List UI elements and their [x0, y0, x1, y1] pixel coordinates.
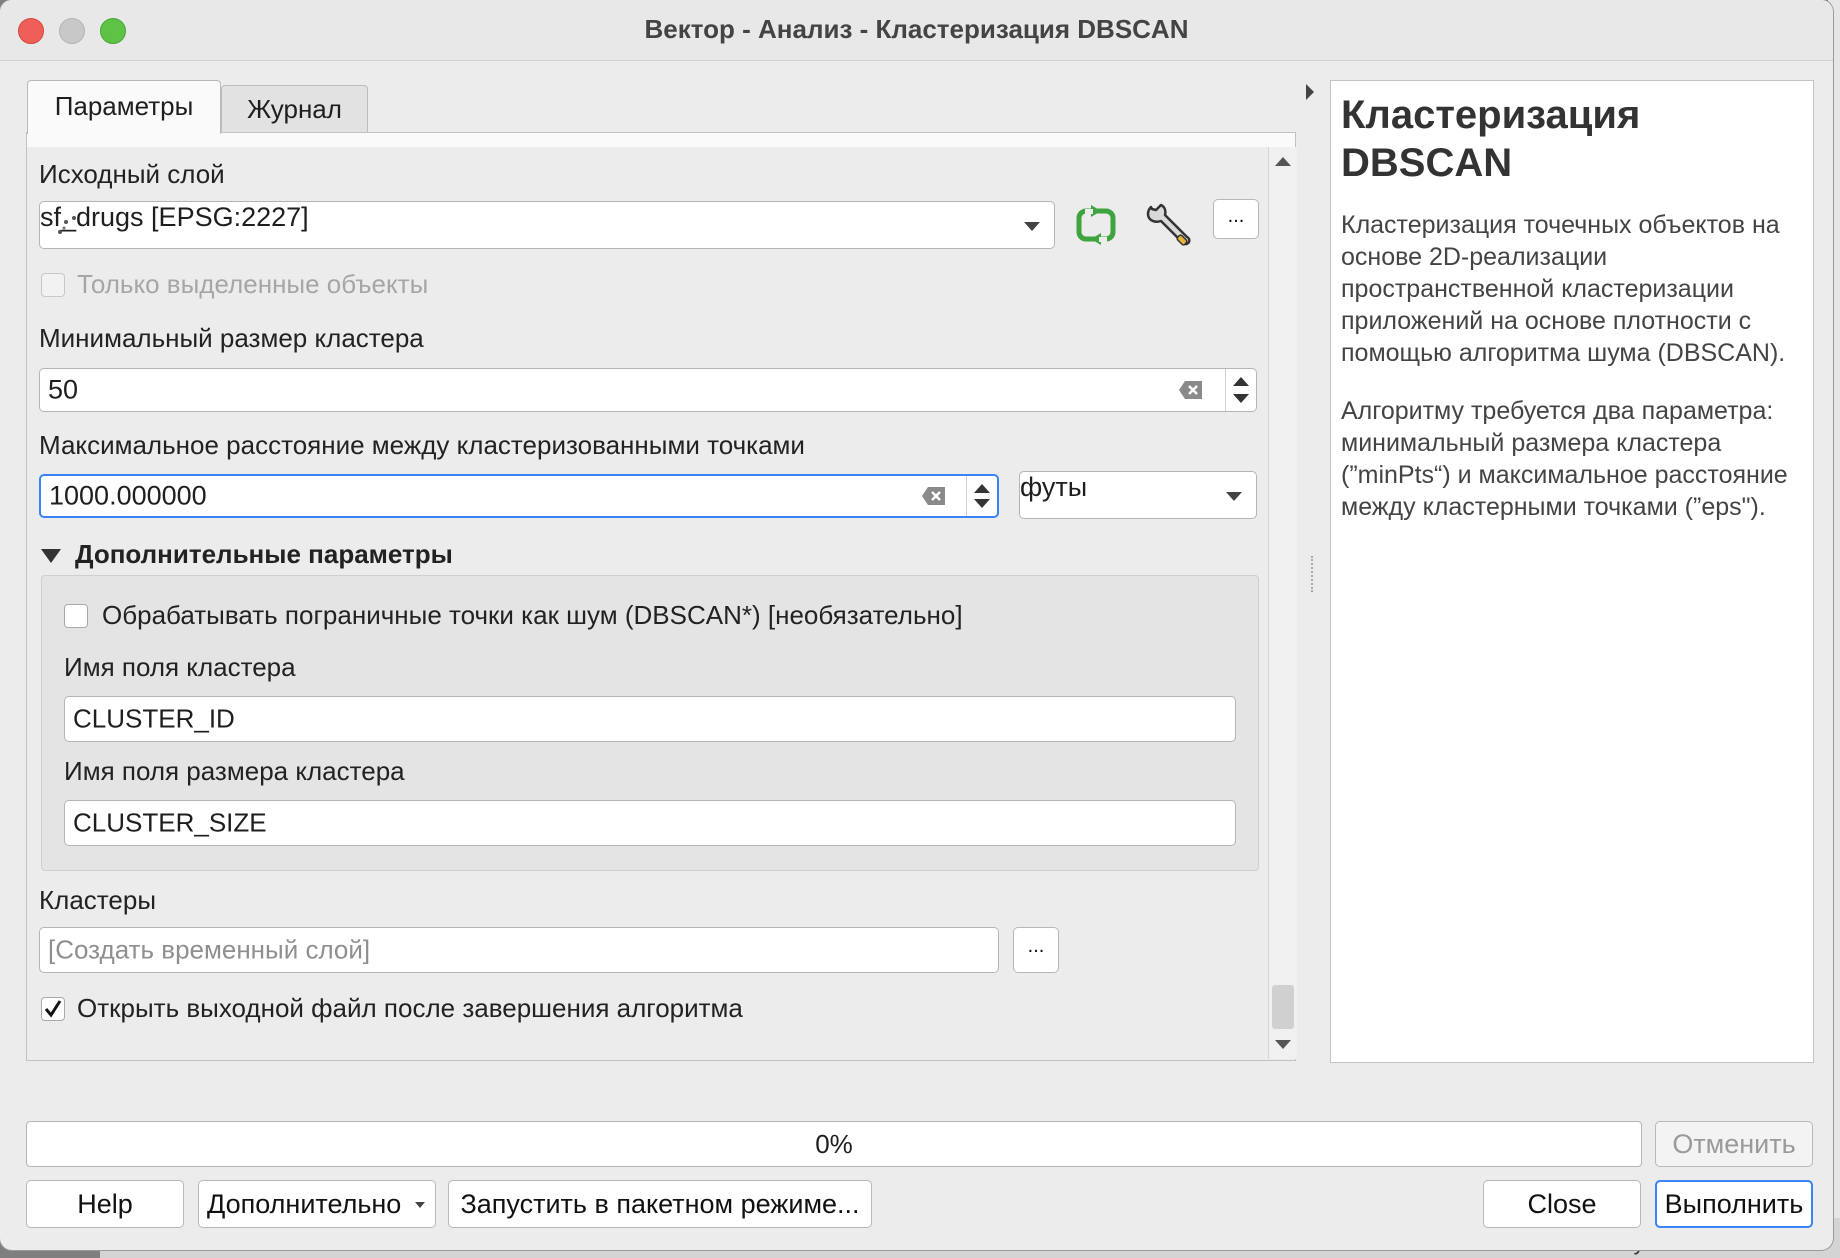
dialog-window: Вектор - Анализ - Кластеризация DBSCAN П… — [0, 0, 1833, 1250]
max-distance-spinner[interactable] — [966, 476, 997, 516]
help-title: Кластеризация DBSCAN — [1341, 93, 1641, 185]
distance-unit-select[interactable]: футы — [1019, 471, 1257, 519]
selected-only-checkbox[interactable] — [41, 273, 65, 297]
open-after-label: Открыть выходной файл после завершения а… — [77, 993, 743, 1023]
spin-down-icon — [974, 499, 990, 508]
selected-only-label: Только выделенные объекты — [77, 269, 429, 299]
help-paragraph-1: Кластеризация точечных объектов на основ… — [1341, 211, 1786, 367]
min-size-spinner[interactable] — [1225, 369, 1256, 411]
parameters-panel: Исходный слой sf_drugs [EPSG:2227] ... Т… — [26, 132, 1297, 1061]
chevron-down-icon — [1226, 492, 1242, 501]
size-field-input[interactable]: CLUSTER_SIZE — [64, 800, 1236, 846]
panel-top-strip — [27, 133, 1295, 147]
chevron-down-icon — [415, 1202, 425, 1208]
input-layer-label: Исходный слой — [39, 159, 225, 189]
min-size-value: 50 — [48, 374, 79, 405]
max-distance-label: Максимальное расстояние между кластеризо… — [39, 430, 805, 460]
help-paragraph-2: Алгоритму требуется два параметра: миним… — [1341, 397, 1788, 521]
clear-icon[interactable] — [1178, 380, 1204, 400]
cancel-button[interactable]: Отменить — [1655, 1121, 1813, 1167]
output-placeholder: [Создать временный слой] — [48, 934, 371, 965]
output-input[interactable]: [Создать временный слой] — [39, 927, 999, 973]
checkmark-icon — [44, 1000, 62, 1018]
help-button[interactable]: Help — [26, 1180, 184, 1228]
clear-icon[interactable] — [921, 486, 947, 506]
size-field-value: CLUSTER_SIZE — [73, 807, 267, 838]
open-after-checkbox[interactable] — [41, 997, 65, 1021]
spin-up-icon — [974, 484, 990, 493]
input-layer-value: sf_drugs [EPSG:2227] — [40, 202, 309, 232]
advanced-group: Обрабатывать пограничные точки как шум (… — [41, 575, 1259, 871]
spin-down-icon — [1233, 394, 1249, 403]
advanced-toggle[interactable]: Дополнительные параметры — [41, 539, 541, 575]
iterate-icon[interactable] — [1073, 203, 1121, 247]
title-bar: Вектор - Анализ - Кластеризация DBSCAN — [0, 0, 1833, 61]
splitter-handle[interactable] — [1311, 556, 1317, 592]
size-field-label: Имя поля размера кластера — [64, 756, 405, 786]
distance-unit-value: футы — [1020, 472, 1088, 502]
advanced-menu-button[interactable]: Дополнительно — [198, 1180, 436, 1228]
spin-up-icon — [1233, 377, 1249, 386]
min-size-input[interactable]: 50 — [39, 368, 1257, 412]
max-distance-value: 1000.000000 — [49, 480, 207, 511]
cluster-field-value: CLUSTER_ID — [73, 703, 235, 734]
wrench-icon[interactable] — [1143, 201, 1193, 249]
advanced-menu-label: Дополнительно — [207, 1189, 402, 1219]
input-layer-more-button[interactable]: ... — [1213, 199, 1259, 239]
run-button[interactable]: Выполнить — [1655, 1180, 1813, 1228]
collapse-help-icon[interactable] — [1306, 84, 1314, 100]
output-label: Кластеры — [39, 885, 156, 915]
scroll-up-icon[interactable] — [1275, 157, 1291, 166]
progress-bar: 0% — [26, 1121, 1642, 1167]
tab-parameters[interactable]: Параметры — [27, 80, 221, 134]
point-layer-icon — [58, 216, 76, 234]
batch-button[interactable]: Запустить в пакетном режиме... — [448, 1180, 872, 1228]
cluster-field-input[interactable]: CLUSTER_ID — [64, 696, 1236, 742]
scroll-thumb[interactable] — [1272, 985, 1294, 1029]
border-noise-checkbox[interactable] — [64, 604, 88, 628]
min-size-label: Минимальный размер кластера — [39, 323, 424, 353]
close-button[interactable]: Close — [1483, 1180, 1641, 1228]
chevron-down-icon — [1024, 222, 1040, 231]
input-layer-select[interactable]: sf_drugs [EPSG:2227] — [39, 201, 1055, 249]
triangle-down-icon — [41, 549, 61, 563]
max-distance-input[interactable]: 1000.000000 — [39, 474, 999, 518]
window-title: Вектор - Анализ - Кластеризация DBSCAN — [644, 14, 1189, 44]
progress-text: 0% — [815, 1129, 853, 1159]
border-noise-label: Обрабатывать пограничные точки как шум (… — [102, 600, 963, 630]
cluster-field-label: Имя поля кластера — [64, 652, 296, 682]
advanced-title: Дополнительные параметры — [75, 539, 453, 569]
tab-log[interactable]: Журнал — [221, 85, 368, 132]
parameters-scrollbar[interactable] — [1268, 147, 1297, 1059]
output-more-button[interactable]: ... — [1013, 927, 1059, 973]
help-panel: Кластеризация DBSCAN Кластеризация точеч… — [1330, 80, 1814, 1063]
scroll-down-icon[interactable] — [1275, 1040, 1291, 1049]
